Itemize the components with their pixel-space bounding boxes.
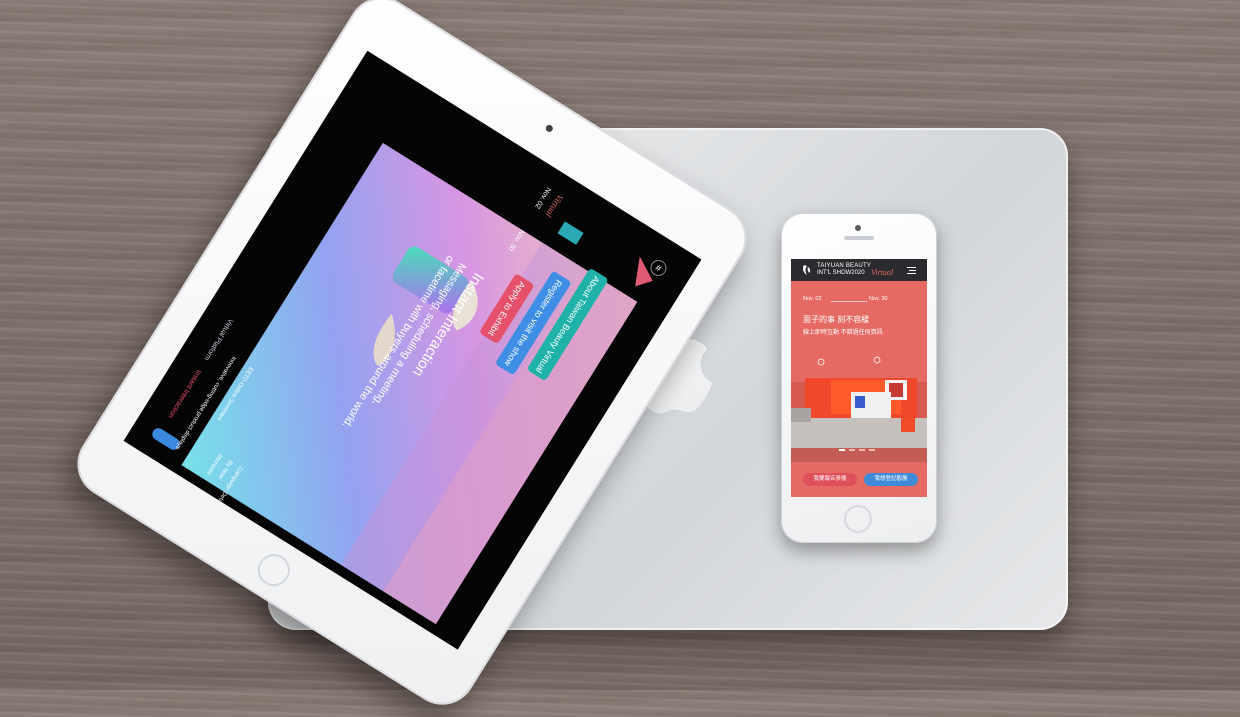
smartphone: TAIYUAN BEAUTY INT'L SHOW2020 Virtual No… [781, 213, 937, 543]
phone-header: TAIYUAN BEAUTY INT'L SHOW2020 Virtual [791, 259, 927, 281]
device-mockup-scene: TAIYUAN BEAUTY INT'L SHOW2020 Virtual No… [0, 0, 1240, 717]
brand-virtual: Virtual [871, 268, 894, 277]
phone-home-button [844, 505, 872, 533]
tablet-home-button [251, 548, 296, 593]
brand-line-1: TAIYUAN BEAUTY [817, 263, 872, 269]
menu-icon[interactable] [907, 267, 916, 274]
headline: 面子的事 刻不容緩 [803, 315, 870, 324]
carousel-dots[interactable] [839, 448, 879, 452]
phone-screen: TAIYUAN BEAUTY INT'L SHOW2020 Virtual No… [791, 259, 927, 497]
subheadline: 線上即時互動 不錯過任何資訊 [803, 330, 883, 336]
tablet-camera [544, 123, 555, 134]
register-visit-button[interactable]: 我想登記觀展 [864, 473, 918, 486]
brand-line-2: INT'L SHOW2020 [817, 270, 865, 276]
register-exhibit-button[interactable]: 我要報名參展 [803, 473, 857, 486]
virtual-booth-image [791, 352, 927, 462]
date-end: Nov. 30 [869, 296, 888, 302]
date-divider [831, 301, 867, 302]
phone-speaker [844, 236, 874, 240]
date-start: Nov. 02 [803, 296, 822, 302]
phone-camera [855, 225, 861, 231]
brand-logo-icon [803, 265, 811, 275]
